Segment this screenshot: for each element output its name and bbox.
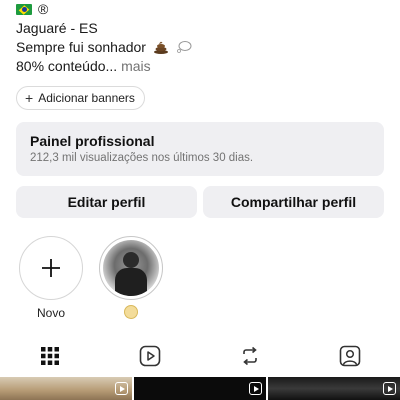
- reel-icon: [249, 382, 262, 395]
- professional-panel-subtitle: 212,3 mil visualizações nos últimos 30 d…: [30, 152, 254, 164]
- edit-profile-button[interactable]: Editar perfil: [16, 186, 197, 218]
- highlight-new-label: Novo: [36, 306, 65, 320]
- tagged-user-icon: [339, 345, 361, 367]
- highlight-cover-image: [103, 240, 159, 296]
- profile-tabs: [0, 338, 400, 374]
- plus-icon: [42, 259, 60, 277]
- tab-grid[interactable]: [0, 338, 100, 374]
- share-profile-button[interactable]: Compartilhar perfil: [203, 186, 384, 218]
- reel-icon: [383, 382, 396, 395]
- reels-icon: [139, 345, 161, 367]
- add-banners-label: Adicionar banners: [38, 91, 135, 105]
- post-thumbnail[interactable]: [268, 377, 400, 400]
- highlight-story[interactable]: [99, 236, 163, 319]
- poop-emoji-icon: [153, 41, 168, 54]
- bio-location: Jaguaré - ES: [16, 20, 98, 36]
- bio-flags-line: ®: [16, 0, 386, 19]
- plus-icon: +: [25, 90, 34, 106]
- post-thumbnail[interactable]: [0, 377, 132, 400]
- profile-bio: ® Jaguaré - ES Sempre fui sonhador 80% c…: [16, 0, 386, 76]
- grid-icon: [41, 347, 59, 365]
- registered-mark: ®: [38, 1, 49, 17]
- reel-icon: [115, 382, 128, 395]
- add-banners-button[interactable]: + Adicionar banners: [16, 86, 145, 110]
- professional-panel-title: Painel profissional: [30, 133, 155, 149]
- post-thumbnail[interactable]: [134, 377, 266, 400]
- bio-tagline: Sempre fui sonhador: [16, 39, 146, 55]
- thought-bubble-icon: [176, 41, 192, 53]
- highlight-new[interactable]: Novo: [19, 236, 83, 320]
- repost-icon: [243, 346, 257, 366]
- tab-tagged[interactable]: [300, 338, 400, 374]
- tab-reposts[interactable]: [200, 338, 300, 374]
- professional-panel[interactable]: Painel profissional 212,3 mil visualizaç…: [16, 122, 384, 176]
- bio-tagline-line: Sempre fui sonhador: [16, 38, 386, 57]
- bio-percent-text: 80% conteúdo...: [16, 58, 118, 74]
- posts-grid: [0, 377, 400, 400]
- tab-reels[interactable]: [100, 338, 200, 374]
- grimace-emoji-icon: [124, 305, 138, 319]
- brazil-flag-icon: [16, 4, 32, 15]
- new-highlight-ring[interactable]: [19, 236, 83, 300]
- bio-more-link[interactable]: mais: [121, 58, 151, 74]
- bio-more-line: 80% conteúdo... mais: [16, 57, 386, 76]
- story-highlight-ring[interactable]: [99, 236, 163, 300]
